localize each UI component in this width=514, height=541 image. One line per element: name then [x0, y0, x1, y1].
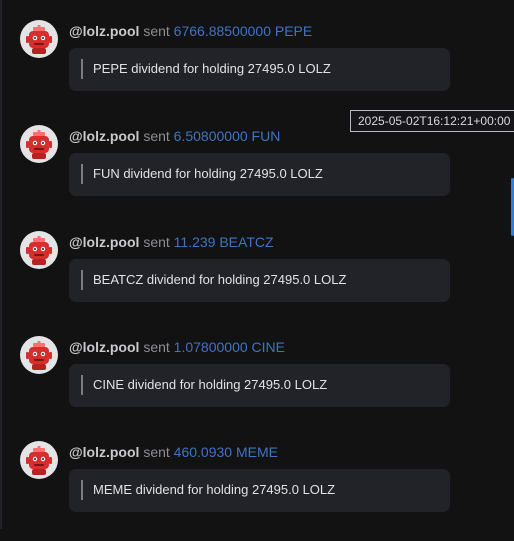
message-header: @lolz.pool sent 1.07800000 CINE	[69, 339, 285, 356]
robot-avatar-icon[interactable]	[20, 231, 58, 269]
message-item: @lolz.pool sent 1.07800000 CINE CINE div…	[0, 336, 514, 436]
quote-bar	[81, 59, 83, 79]
quote-bar	[81, 480, 83, 500]
message-header: @lolz.pool sent 6766.88500000 PEPE	[69, 23, 312, 40]
message-header: @lolz.pool sent 6.50800000 FUN	[69, 128, 280, 145]
sender-username[interactable]: @lolz.pool	[69, 339, 139, 355]
robot-avatar-icon[interactable]	[20, 441, 58, 479]
sender-username[interactable]: @lolz.pool	[69, 23, 139, 39]
sender-username[interactable]: @lolz.pool	[69, 128, 139, 144]
quote-bar	[81, 375, 83, 395]
sent-label: sent	[143, 128, 170, 144]
robot-avatar-icon[interactable]	[20, 336, 58, 374]
message-bubble: PEPE dividend for holding 27495.0 LOLZ	[69, 48, 450, 91]
sender-username[interactable]: @lolz.pool	[69, 234, 139, 250]
transfer-amount[interactable]: 1.07800000 CINE	[174, 339, 285, 355]
message-bubble: CINE dividend for holding 27495.0 LOLZ	[69, 364, 450, 407]
message-bubble: FUN dividend for holding 27495.0 LOLZ	[69, 153, 450, 196]
message-header: @lolz.pool sent 11.239 BEATCZ	[69, 234, 274, 251]
memo-text: MEME dividend for holding 27495.0 LOLZ	[93, 482, 336, 497]
robot-avatar-icon[interactable]	[20, 125, 58, 163]
memo-text: CINE dividend for holding 27495.0 LOLZ	[93, 377, 328, 392]
sent-label: sent	[143, 234, 170, 250]
memo-text: PEPE dividend for holding 27495.0 LOLZ	[93, 61, 331, 76]
sent-label: sent	[143, 23, 170, 39]
message-bubble: BEATCZ dividend for holding 27495.0 LOLZ	[69, 259, 450, 302]
message-feed[interactable]: @lolz.pool sent 6766.88500000 PEPE PEPE …	[0, 0, 514, 529]
transfer-amount[interactable]: 11.239 BEATCZ	[174, 234, 274, 250]
message-item: @lolz.pool sent 6.50800000 FUN FUN divid…	[0, 125, 514, 225]
memo-text: BEATCZ dividend for holding 27495.0 LOLZ	[93, 272, 347, 287]
quote-bar	[81, 270, 83, 290]
transfer-amount[interactable]: 6.50800000 FUN	[174, 128, 281, 144]
message-item: @lolz.pool sent 11.239 BEATCZ BEATCZ div…	[0, 231, 514, 331]
sender-username[interactable]: @lolz.pool	[69, 444, 139, 460]
sent-label: sent	[143, 444, 170, 460]
robot-avatar-icon[interactable]	[20, 20, 58, 58]
message-item: @lolz.pool sent 6766.88500000 PEPE PEPE …	[0, 20, 514, 120]
quote-bar	[81, 164, 83, 184]
sent-label: sent	[143, 339, 170, 355]
message-header: @lolz.pool sent 460.0930 MEME	[69, 444, 278, 461]
transfer-amount[interactable]: 460.0930 MEME	[174, 444, 278, 460]
memo-text: FUN dividend for holding 27495.0 LOLZ	[93, 166, 323, 181]
message-item: @lolz.pool sent 460.0930 MEME MEME divid…	[0, 441, 514, 541]
transfer-amount[interactable]: 6766.88500000 PEPE	[174, 23, 313, 39]
timestamp-tooltip: 2025-05-02T16:12:21+00:00	[350, 110, 514, 132]
message-bubble: MEME dividend for holding 27495.0 LOLZ	[69, 469, 450, 512]
